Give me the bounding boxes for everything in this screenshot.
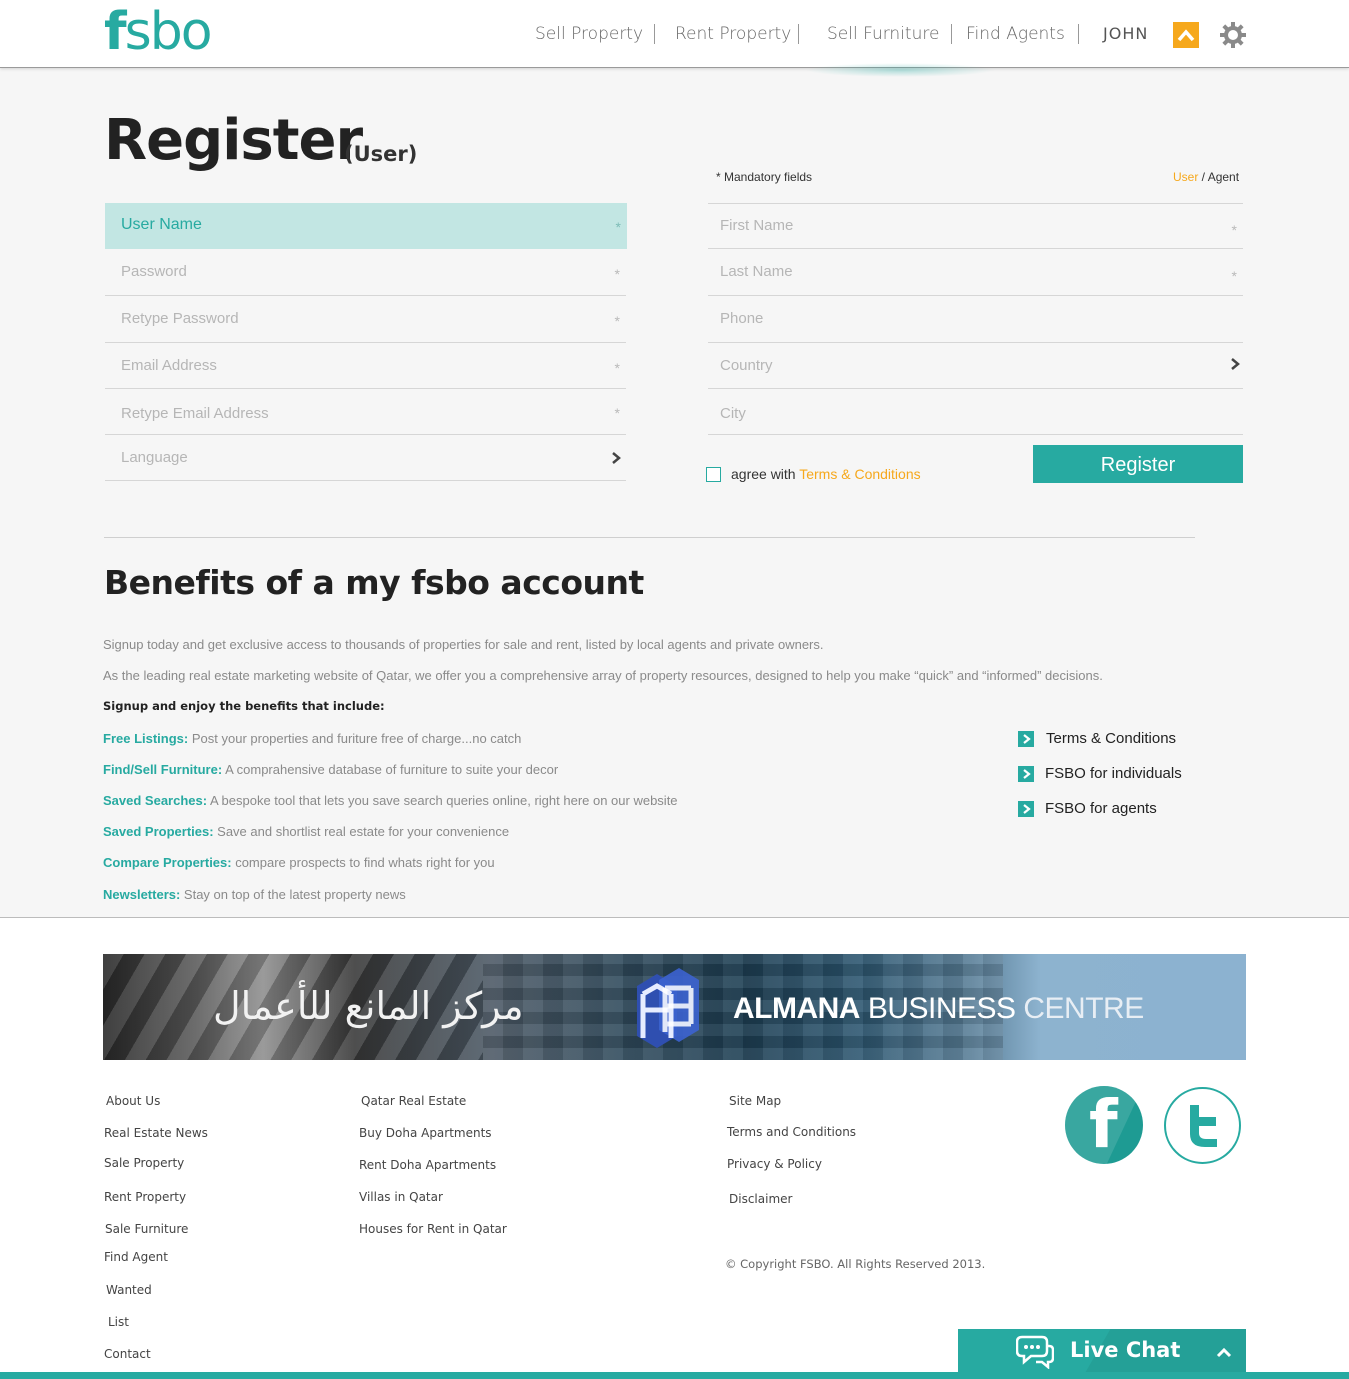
first-name-field[interactable]: First Name * [708,203,1243,249]
facebook-icon[interactable]: f [1065,1086,1143,1164]
benefit-item: Free Listings: Post your properties and … [103,731,522,746]
nav-divider [798,24,799,44]
user-agent-switch: User / Agent [1173,170,1240,184]
nav-divider [654,24,655,44]
user-switch-link[interactable]: User [1173,170,1198,184]
twitter-icon[interactable] [1164,1087,1241,1164]
nav-sell-furniture[interactable]: Sell Furniture [827,22,939,46]
benefit-item: Compare Properties: compare prospects to… [103,855,495,870]
site-header: fsbo Sell Property Rent Property Sell Fu… [0,0,1349,77]
mandatory-note: * Mandatory fields [716,170,813,184]
live-chat-bar[interactable]: Live Chat [958,1329,1246,1372]
active-nav-glow [805,63,995,77]
chevron-right-icon [1018,766,1034,782]
agree-checkbox[interactable] [706,467,721,482]
nav-rent-property[interactable]: Rent Property [675,22,791,46]
required-marker: * [615,219,621,235]
benefits-intro-text: Signup today and get exclusive access to… [103,637,824,652]
footer-link[interactable]: Sale Property [104,1156,184,1170]
nav-divider [951,24,952,44]
fsbo-logo[interactable]: fsbo [104,6,213,58]
footer-link[interactable]: Privacy & Policy [727,1157,822,1171]
almana-logo-icon [633,966,703,1050]
required-marker: * [614,266,620,282]
benefits-title: Benefits of a my fsbo account [104,563,644,602]
nav-find-agents[interactable]: Find Agents [966,22,1065,46]
live-chat-label: Live Chat [1070,1338,1181,1362]
user-menu[interactable]: JOHN [1103,24,1148,43]
nav-divider [1078,24,1079,44]
benefits-list-heading: Signup and enjoy the benefits that inclu… [103,699,385,713]
agent-switch-link[interactable]: Agent [1208,170,1239,184]
arrow-up-icon[interactable] [1173,22,1199,48]
footer-link[interactable]: Sale Furniture [105,1222,188,1236]
country-select[interactable]: Country [708,343,1243,389]
chevron-right-icon [1018,801,1034,817]
required-marker: * [614,405,620,421]
retype-password-field[interactable]: Retype Password * [105,297,626,343]
banner-arabic-text: مركز المانع للأعمال [213,984,524,1028]
benefit-item: Saved Searches: A bespoke tool that lets… [103,793,678,808]
password-field[interactable]: Password * [105,250,626,296]
footer-link[interactable]: Find Agent [104,1250,168,1264]
register-button[interactable]: Register [1033,445,1243,483]
footer-link[interactable]: Real Estate News [104,1126,208,1140]
benefit-item: Newsletters: Stay on top of the latest p… [103,887,406,902]
footer-link[interactable]: Buy Doha Apartments [359,1126,492,1140]
benefits-intro-text: As the leading real estate marketing web… [103,668,1103,683]
banner-company-name: ALMANA BUSINESS CENTRE [733,992,1144,1025]
benefit-item: Saved Properties: Save and shortlist rea… [103,824,510,839]
page-subtitle: (User) [344,142,418,166]
footer-link[interactable]: Terms and Conditions [727,1125,856,1139]
footer-link[interactable]: Rent Property [104,1190,186,1204]
last-name-field[interactable]: Last Name * [708,250,1243,296]
required-marker: * [614,313,620,329]
footer-link[interactable]: Wanted [106,1283,152,1297]
city-field[interactable]: City [708,389,1243,435]
gear-icon[interactable] [1220,22,1246,48]
copyright-text: © Copyright FSBO. All Rights Reserved 20… [725,1257,986,1271]
agree-label: agree with Terms & Conditions [731,466,921,482]
footer-link[interactable]: Rent Doha Apartments [359,1158,496,1172]
footer-link[interactable]: Disclaimer [729,1192,792,1206]
chat-bubble-icon [1015,1333,1055,1372]
footer-link[interactable]: List [108,1315,129,1329]
retype-email-field[interactable]: Retype Email Address * [105,389,626,435]
section-divider [104,537,1195,538]
advert-banner[interactable]: مركز المانع للأعمال ALMANA BUSINESS CENT… [103,954,1246,1060]
phone-field[interactable]: Phone [708,297,1243,343]
chevron-right-icon [610,451,622,470]
benefit-item: Find/Sell Furniture: A comprahensive dat… [103,762,559,777]
page-title: Register [104,108,363,173]
footer-link[interactable]: Contact [104,1347,151,1361]
footer-link[interactable]: Qatar Real Estate [361,1094,466,1108]
footer-link[interactable]: Houses for Rent in Qatar [359,1222,507,1236]
footer-link[interactable]: Villas in Qatar [359,1190,443,1204]
username-field[interactable]: User Name * [105,203,627,249]
nav-sell-property[interactable]: Sell Property [535,22,643,46]
chevron-right-icon [1229,357,1241,376]
email-field[interactable]: Email Address * [105,343,626,389]
footer-link[interactable]: About Us [106,1094,160,1108]
bottom-accent-bar [0,1372,1349,1379]
chevron-up-icon[interactable] [1216,1345,1232,1363]
terms-link[interactable]: Terms & Conditions [799,466,920,482]
chevron-right-icon [1018,731,1034,747]
language-select[interactable]: Language [105,435,626,481]
required-marker: * [614,360,620,376]
required-marker: * [1231,268,1237,284]
footer-link[interactable]: Site Map [729,1094,781,1108]
required-marker: * [1231,222,1237,238]
